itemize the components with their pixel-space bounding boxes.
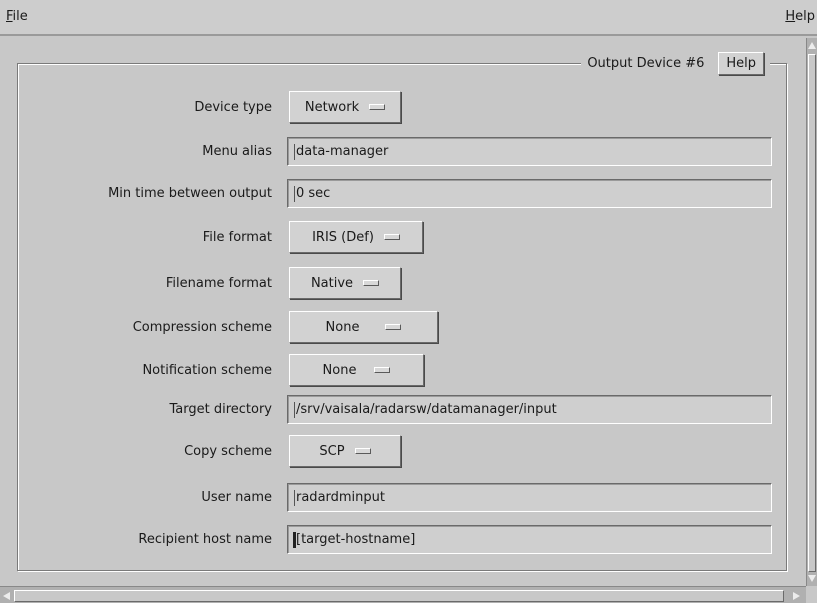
- option-menu-indicator-icon: [369, 104, 386, 110]
- arrow-right-icon[interactable]: [793, 592, 800, 600]
- menu-alias-value: data-manager: [296, 144, 389, 159]
- device-type-label: Device type: [194, 100, 272, 115]
- device-type-option-menu[interactable]: Network: [289, 91, 401, 123]
- min-time-label: Min time between output: [108, 186, 272, 201]
- filename-format-row: Filename format Native: [0, 267, 806, 301]
- copy-scheme-option-menu[interactable]: SCP: [289, 435, 401, 467]
- filename-format-value: Native: [310, 275, 354, 291]
- text-cursor: [293, 532, 296, 548]
- device-type-value: Network: [304, 99, 360, 115]
- file-menu[interactable]: File: [6, 9, 28, 24]
- vertical-scrollbar[interactable]: [806, 38, 817, 586]
- copy-scheme-row: Copy scheme SCP: [0, 435, 806, 469]
- filename-format-label: Filename format: [165, 276, 272, 291]
- min-time-row: Min time between output 0 sec: [0, 177, 806, 211]
- help-menu-label: elp: [795, 9, 815, 24]
- file-format-row: File format IRIS (Def): [0, 221, 806, 255]
- user-name-label: User name: [201, 490, 272, 505]
- text-cursor: [294, 186, 295, 202]
- compression-label: Compression scheme: [132, 320, 272, 335]
- user-name-value: radardminput: [296, 490, 386, 505]
- target-directory-row: Target directory /srv/vaisala/radarsw/da…: [0, 393, 806, 427]
- option-menu-indicator-icon: [354, 448, 371, 454]
- recipient-host-label: Recipient host name: [138, 532, 272, 547]
- option-menu-indicator-icon: [363, 280, 380, 286]
- menu-alias-row: Menu alias data-manager: [0, 135, 806, 169]
- file-format-option-menu[interactable]: IRIS (Def): [289, 221, 423, 253]
- file-format-label: File format: [202, 230, 272, 245]
- vertical-scroll-thumb[interactable]: [808, 54, 816, 572]
- target-directory-value: /srv/vaisala/radarsw/datamanager/input: [296, 402, 557, 417]
- copy-scheme-label: Copy scheme: [184, 444, 272, 459]
- help-menu[interactable]: Help: [785, 9, 815, 24]
- min-time-field[interactable]: 0 sec: [287, 179, 772, 208]
- user-name-row: User name radardminput: [0, 481, 806, 515]
- text-cursor: [294, 402, 295, 418]
- recipient-host-row: Recipient host name [target-hostname]: [0, 523, 806, 557]
- frame-title: Output Device #6 Help: [581, 48, 770, 78]
- compression-value: None: [325, 319, 360, 335]
- menu-bar: File Help: [0, 0, 817, 36]
- compression-row: Compression scheme None: [0, 311, 806, 345]
- notification-value: None: [322, 362, 357, 378]
- frame-title-label: Output Device #6: [587, 55, 705, 71]
- min-time-value: 0 sec: [296, 186, 331, 201]
- notification-option-menu[interactable]: None: [289, 354, 424, 386]
- copy-scheme-value: SCP: [319, 443, 345, 459]
- arrow-up-icon[interactable]: [808, 42, 816, 49]
- compression-option-menu[interactable]: None: [289, 311, 438, 343]
- help-button[interactable]: Help: [718, 51, 764, 75]
- arrow-down-icon[interactable]: [808, 575, 816, 582]
- option-menu-indicator-icon: [385, 324, 402, 330]
- file-menu-label: ile: [12, 9, 28, 24]
- scroll-content: Output Device #6 Help Device type Networ…: [0, 38, 806, 586]
- menu-alias-field[interactable]: data-manager: [287, 137, 772, 166]
- device-type-row: Device type Network: [0, 91, 806, 125]
- text-cursor: [294, 144, 295, 160]
- target-directory-field[interactable]: /srv/vaisala/radarsw/datamanager/input: [287, 395, 772, 424]
- scrollbar-corner: [806, 586, 817, 603]
- recipient-host-field[interactable]: [target-hostname]: [287, 525, 772, 554]
- file-format-value: IRIS (Def): [312, 229, 374, 245]
- horizontal-scrollbar[interactable]: [0, 586, 806, 603]
- horizontal-scroll-thumb[interactable]: [14, 590, 784, 602]
- option-menu-indicator-icon: [383, 234, 400, 240]
- help-menu-mnemonic: H: [785, 9, 796, 24]
- notification-row: Notification scheme None: [0, 354, 806, 388]
- user-name-field[interactable]: radardminput: [287, 483, 772, 512]
- filename-format-option-menu[interactable]: Native: [289, 267, 401, 299]
- option-menu-indicator-icon: [374, 367, 391, 373]
- target-directory-label: Target directory: [169, 402, 272, 417]
- text-cursor: [294, 490, 295, 506]
- recipient-host-value: [target-hostname]: [296, 532, 416, 547]
- menu-alias-label: Menu alias: [202, 144, 272, 159]
- arrow-left-icon[interactable]: [3, 592, 10, 600]
- output-device-window: File Help Output Device #6 Help Device t…: [0, 0, 817, 603]
- notification-label: Notification scheme: [142, 363, 272, 378]
